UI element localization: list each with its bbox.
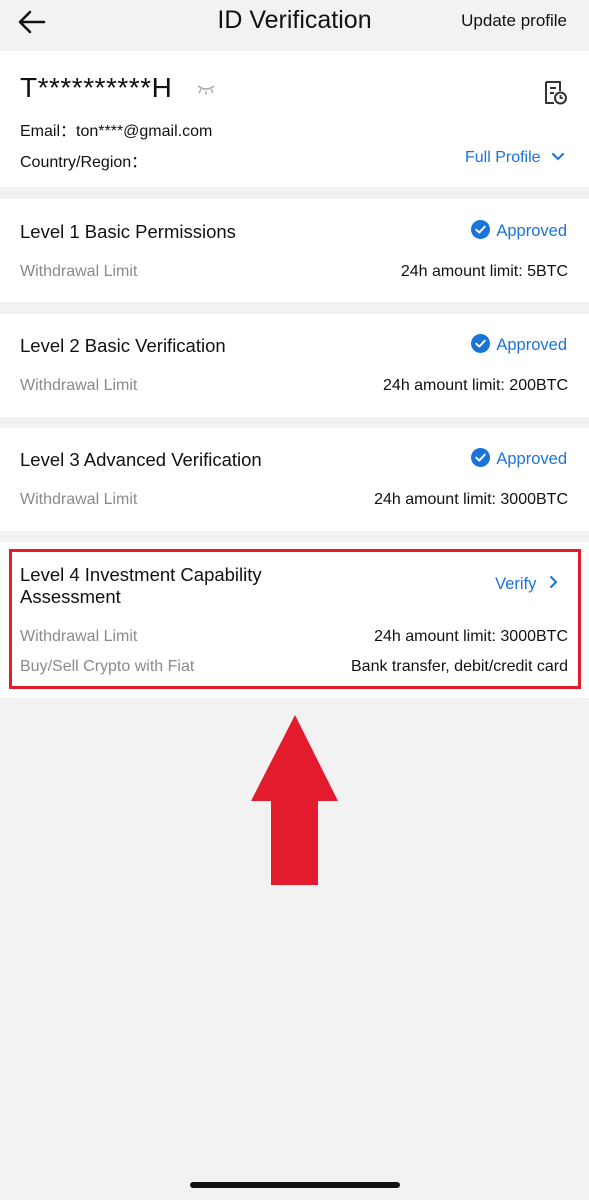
top-bar: ID Verification Update profile	[0, 0, 589, 50]
level-1-title: Level 1 Basic Permissions	[20, 221, 236, 242]
status-badge: Approved	[496, 450, 567, 468]
update-profile-button[interactable]: Update profile	[461, 11, 567, 31]
check-circle-icon	[471, 220, 491, 240]
withdrawal-limit-value: 24h amount limit: 5BTC	[400, 263, 568, 280]
withdrawal-limit-label: Withdrawal Limit	[20, 263, 138, 280]
masked-username: T**********H	[20, 72, 173, 103]
withdrawal-limit-label: Withdrawal Limit	[20, 377, 138, 394]
check-circle-icon	[471, 334, 491, 354]
chevron-down-icon	[552, 153, 564, 161]
check-circle-icon	[471, 448, 491, 468]
email-value: ton****@gmail.com	[76, 123, 213, 140]
level-3-status: Approved	[471, 448, 567, 469]
withdrawal-limit-value: 24h amount limit: 3000BTC	[374, 491, 568, 508]
country-label: Country/Region：	[20, 154, 148, 171]
status-badge: Approved	[496, 336, 567, 354]
withdrawal-limit-value: 24h amount limit: 200BTC	[383, 377, 568, 394]
level-1-status: Approved	[471, 220, 567, 241]
level-2-status: Approved	[471, 334, 567, 355]
status-badge: Approved	[496, 222, 567, 240]
eye-closed-icon[interactable]	[196, 82, 216, 96]
up-arrow-annotation	[251, 715, 338, 885]
level-2-title: Level 2 Basic Verification	[20, 335, 226, 356]
full-profile-label: Full Profile	[464, 149, 541, 166]
home-indicator[interactable]	[190, 1182, 400, 1188]
highlight-box	[9, 549, 581, 689]
level-3-card	[0, 428, 589, 531]
level-1-card	[0, 199, 589, 302]
email-row: Email：ton****@gmail.com	[20, 117, 212, 141]
withdrawal-limit-label: Withdrawal Limit	[20, 491, 138, 508]
level-2-card	[0, 314, 589, 417]
full-profile-toggle[interactable]: Full Profile	[465, 149, 565, 167]
email-label: Email：	[20, 123, 77, 140]
document-history-icon[interactable]	[541, 79, 569, 107]
level-3-title: Level 3 Advanced Verification	[20, 449, 262, 470]
